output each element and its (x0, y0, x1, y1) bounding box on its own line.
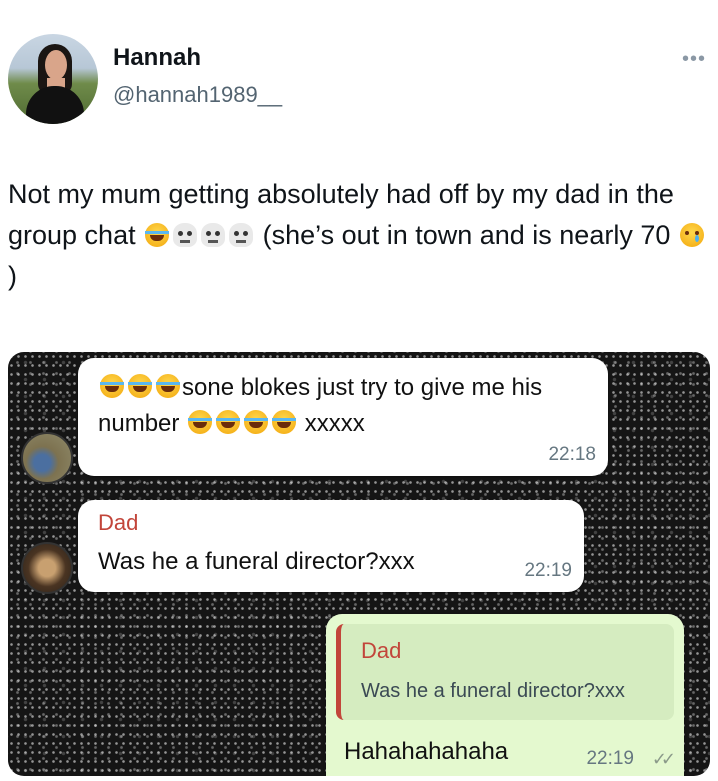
message-text: Hahahahahaha (344, 738, 509, 765)
tweet-text-part2: (she’s out in town and is nearly 70 (262, 220, 671, 250)
crying-face-emoji-icon (679, 223, 704, 247)
laughing-crying-emoji-icon (188, 410, 213, 434)
message-time: 22:19 (524, 560, 572, 581)
tweet-text: Not my mum getting absolutely had off by… (8, 174, 708, 297)
message-sender: Dad (98, 510, 139, 535)
tweet-text-part3: ) (8, 261, 17, 291)
laughing-crying-emoji-icon (128, 374, 152, 398)
laughing-crying-emoji-icon (100, 374, 124, 398)
author-name[interactable]: Hannah (113, 44, 201, 72)
author-handle[interactable]: @hannah1989__ (113, 82, 282, 108)
skull-emoji-icon (201, 223, 226, 247)
message-time: 22:19 (586, 748, 634, 769)
chat-avatar-mum (21, 432, 73, 484)
message-text: sone blokes just try to give me his numb… (98, 370, 598, 442)
skull-emoji-icon (173, 223, 198, 247)
laughing-crying-emoji-icon (244, 410, 269, 434)
laughing-crying-emoji-icon (145, 223, 170, 247)
message-text-end: xxxxx (304, 410, 365, 437)
avatar-face (45, 50, 67, 80)
read-receipt-icon: ✓✓ (651, 749, 676, 769)
laughing-crying-emoji-icon (156, 374, 180, 398)
message-bubble-mum: sone blokes just try to give me his numb… (78, 358, 608, 476)
laughing-crying-emoji-icon (272, 410, 297, 434)
quoted-text: Was he a funeral director?xxx (361, 680, 625, 702)
avatar-body (26, 86, 84, 124)
message-bubble-dad: Dad Was he a funeral director?xxx 22:19 (78, 500, 584, 592)
quoted-message[interactable]: Dad Was he a funeral director?xxx (336, 624, 674, 720)
quoted-sender: Dad (361, 638, 402, 663)
message-bubble-reply: Dad Was he a funeral director?xxx Hahaha… (326, 614, 684, 776)
skull-emoji-icon (229, 223, 254, 247)
message-time: 22:18 (548, 444, 596, 465)
laughing-crying-emoji-icon (216, 410, 241, 434)
chat-avatar-dad (21, 542, 73, 594)
author-avatar[interactable] (8, 34, 98, 124)
more-icon[interactable]: ••• (682, 48, 706, 71)
chat-screenshot[interactable]: sone blokes just try to give me his numb… (8, 352, 710, 776)
message-text: Was he a funeral director?xxx (98, 548, 415, 575)
